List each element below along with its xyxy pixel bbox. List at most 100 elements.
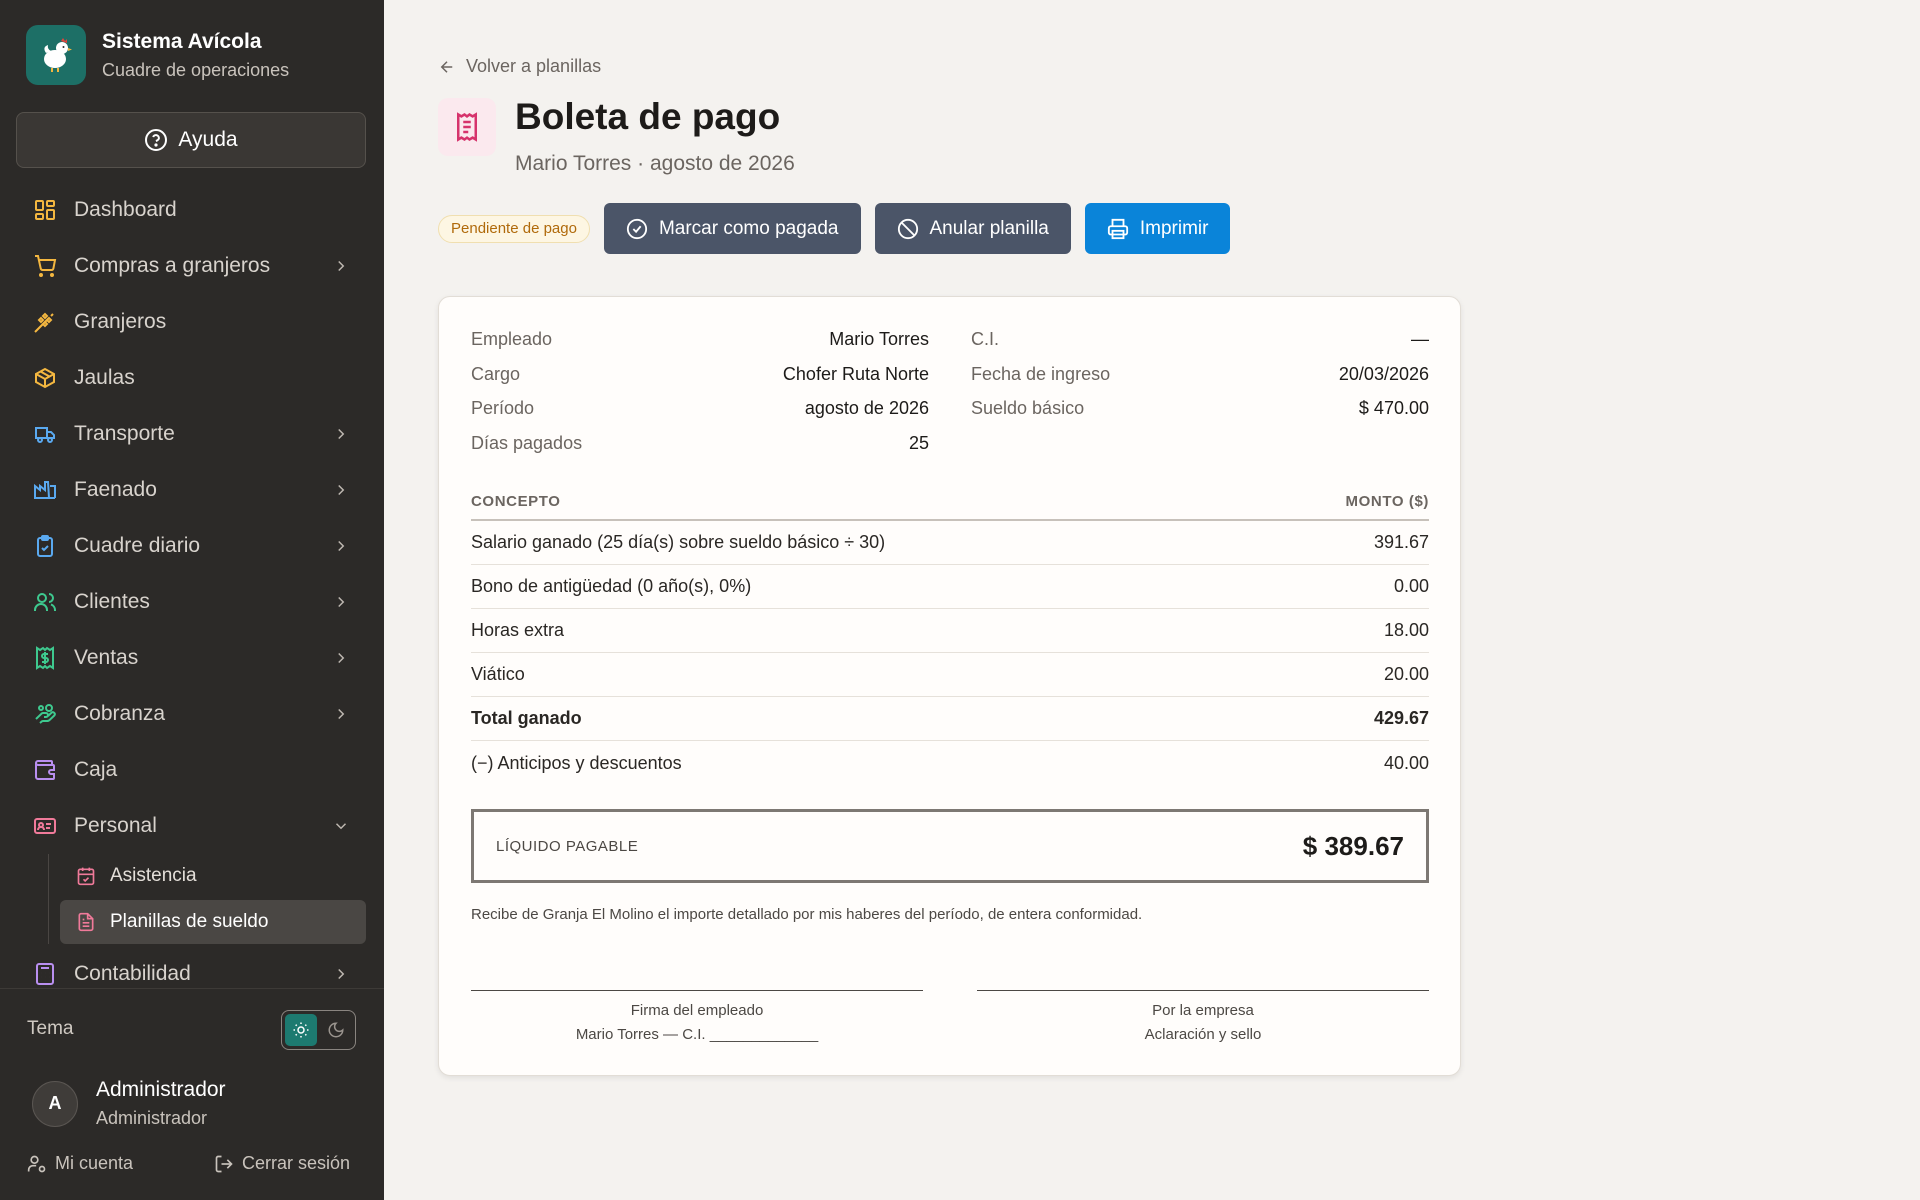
nav-item-transporte[interactable]: Transporte xyxy=(0,406,384,462)
help-button[interactable]: Ayuda xyxy=(16,112,366,168)
print-button[interactable]: Imprimir xyxy=(1084,203,1231,254)
nav-item-cobranza[interactable]: Cobranza xyxy=(0,686,384,742)
logout-link[interactable]: Cerrar sesión xyxy=(214,1153,350,1174)
nav-item-ventas[interactable]: Ventas xyxy=(0,630,384,686)
chevron-right-icon xyxy=(338,652,345,664)
amount-cell: 429.67 xyxy=(1373,708,1429,728)
info-row: Período agosto de 2026 xyxy=(471,398,929,433)
brand[interactable]: Sistema Avícola Cuadre de operaciones xyxy=(26,25,289,85)
theme-label: Tema xyxy=(27,1018,74,1039)
info-row: Días pagados 25 xyxy=(471,433,929,468)
nav-item-caja[interactable]: Caja xyxy=(0,742,384,798)
nav-item-contabilidad[interactable]: Contabilidad xyxy=(0,946,384,1002)
receipt-dollar-icon xyxy=(32,645,58,671)
sub-item-label: Planillas de sueldo xyxy=(110,911,269,932)
info-row: Sueldo básico $ 470.00 xyxy=(971,398,1429,433)
info-value: — xyxy=(1411,329,1429,349)
concept-cell: Horas extra xyxy=(471,620,565,640)
arrow-left-icon xyxy=(440,60,453,73)
sub-item-asistencia[interactable]: Asistencia xyxy=(60,854,366,898)
my-account-label: Mi cuenta xyxy=(55,1153,134,1173)
page-title: Boleta de pago xyxy=(515,96,781,137)
mark-paid-button[interactable]: Marcar como pagada xyxy=(603,203,861,254)
moon-icon[interactable] xyxy=(321,1014,353,1046)
sub-item-planillas[interactable]: Planillas de sueldo xyxy=(60,900,366,944)
sidebar-divider xyxy=(0,988,384,989)
back-link[interactable]: Volver a planillas xyxy=(438,56,601,77)
nav-label: Clientes xyxy=(74,590,150,613)
concept-cell: (−) Anticipos y descuentos xyxy=(471,752,682,773)
nav-item-faenado[interactable]: Faenado xyxy=(0,462,384,518)
signature-detail: Aclaración y sello xyxy=(1144,1026,1262,1043)
amount-cell: 18.00 xyxy=(1383,620,1429,640)
wallet-icon xyxy=(32,757,58,783)
theme-toggle[interactable] xyxy=(281,1010,356,1050)
info-row: Fecha de ingreso 20/03/2026 xyxy=(971,364,1429,399)
nav-item-compras[interactable]: Compras a granjeros xyxy=(0,238,384,294)
concept-cell: Salario ganado (25 día(s) sobre sueldo b… xyxy=(471,532,886,552)
amount-cell: 391.67 xyxy=(1373,532,1429,552)
amount-cell: 40.00 xyxy=(1383,752,1429,773)
nav-item-granjeros[interactable]: Granjeros xyxy=(0,294,384,350)
personal-subnav: Asistencia Planillas de sueldo xyxy=(48,854,384,944)
table-row: Viático 20.00 xyxy=(471,653,1429,697)
calculator-icon xyxy=(32,961,58,987)
calendar-check-icon xyxy=(76,866,96,886)
nav-item-jaulas[interactable]: Jaulas xyxy=(0,350,384,406)
chevron-down-icon xyxy=(335,823,347,830)
concept-cell: Viático xyxy=(471,664,525,684)
nav-label: Dashboard xyxy=(74,198,177,221)
nav-item-clientes[interactable]: Clientes xyxy=(0,574,384,630)
info-label: Empleado xyxy=(471,329,553,349)
info-value: Chofer Ruta Norte xyxy=(782,363,929,384)
nav-item-personal[interactable]: Personal xyxy=(0,798,384,854)
cart-icon xyxy=(32,253,58,279)
file-text-icon xyxy=(76,912,96,932)
nav-label: Caja xyxy=(74,758,118,781)
receipt-statement: Recibe de Granja El Molino el importe de… xyxy=(471,906,1143,923)
chevron-right-icon xyxy=(338,428,345,440)
user-profile[interactable]: A Administrador Administrador xyxy=(32,1078,226,1129)
nav-item-dashboard[interactable]: Dashboard xyxy=(0,182,384,238)
amount-cell: 0.00 xyxy=(1393,576,1429,596)
concept-cell: Total ganado xyxy=(471,708,582,728)
annul-button[interactable]: Anular planilla xyxy=(874,203,1071,254)
user-name: Administrador xyxy=(96,1078,226,1101)
sub-item-label: Asistencia xyxy=(110,865,197,886)
id-card-icon xyxy=(32,813,58,839)
table-row: Salario ganado (25 día(s) sobre sueldo b… xyxy=(471,521,1429,565)
chevron-right-icon xyxy=(338,968,345,980)
ban-icon xyxy=(897,218,918,239)
logout-icon xyxy=(215,1155,233,1172)
info-label: Período xyxy=(471,398,535,418)
nav-label: Transporte xyxy=(74,422,175,445)
dashboard-icon xyxy=(32,197,58,223)
column-header-concept: CONCEPTO xyxy=(471,493,561,510)
net-payable-value: $ 389.67 xyxy=(1302,830,1404,861)
main-nav: Dashboard Compras a granjeros Granjeros … xyxy=(0,182,384,1002)
nav-item-cuadre-diario[interactable]: Cuadre diario xyxy=(0,518,384,574)
info-row: Empleado Mario Torres xyxy=(471,329,929,364)
my-account-link[interactable]: Mi cuenta xyxy=(27,1153,133,1174)
receipt-icon xyxy=(438,98,496,156)
amount-cell: 20.00 xyxy=(1383,664,1429,684)
employee-signature: Firma del empleado Mario Torres — C.I. _… xyxy=(471,990,923,1047)
print-label: Imprimir xyxy=(1139,217,1209,239)
status-badge: Pendiente de pago xyxy=(438,214,590,243)
net-payable-box: LÍQUIDO PAGABLE $ 389.67 xyxy=(471,809,1429,883)
sun-icon[interactable] xyxy=(285,1014,317,1046)
users-icon xyxy=(32,589,58,615)
table-row: Bono de antigüedad (0 año(s), 0%) 0.00 xyxy=(471,565,1429,609)
brand-subtitle: Cuadre de operaciones xyxy=(102,59,290,80)
check-circle-icon xyxy=(626,218,648,239)
page-subtitle: Mario Torres · agosto de 2026 xyxy=(515,152,795,175)
hand-coins-icon xyxy=(32,701,58,727)
help-circle-icon xyxy=(145,129,168,151)
chevron-right-icon xyxy=(338,260,345,272)
clipboard-icon xyxy=(32,533,58,559)
chevron-right-icon xyxy=(338,540,345,552)
concept-cell: Bono de antigüedad (0 año(s), 0%) xyxy=(471,576,752,596)
info-row: Cargo Chofer Ruta Norte xyxy=(471,364,929,399)
nav-label: Cobranza xyxy=(74,702,166,725)
employee-info-left: Empleado Mario Torres Cargo Chofer Ruta No… xyxy=(471,329,929,467)
